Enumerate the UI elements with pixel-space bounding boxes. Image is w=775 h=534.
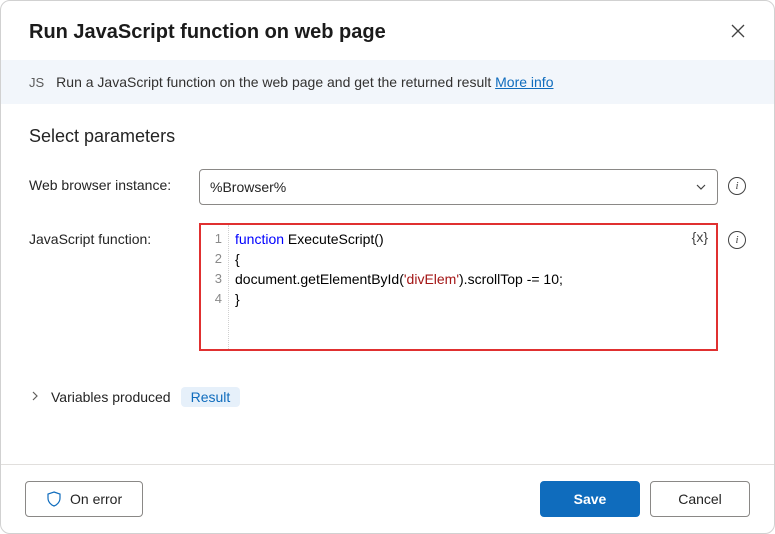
browser-instance-dropdown[interactable]: %Browser% — [199, 169, 718, 205]
info-text-content: Run a JavaScript function on the web pag… — [56, 74, 495, 90]
variable-insert-button[interactable]: {x} — [692, 229, 708, 245]
save-button[interactable]: Save — [540, 481, 640, 517]
info-text: Run a JavaScript function on the web pag… — [56, 74, 553, 90]
js-label: JavaScript function: — [29, 223, 189, 247]
form-row-browser: Web browser instance: %Browser% i — [29, 169, 746, 205]
expand-variables-toggle[interactable] — [29, 389, 41, 405]
more-info-link[interactable]: More info — [495, 74, 553, 90]
form-row-js: JavaScript function: 1234 function Execu… — [29, 223, 746, 351]
content: Select parameters Web browser instance: … — [1, 104, 774, 464]
close-icon — [730, 23, 746, 39]
code-gutter: 1234 — [201, 225, 229, 349]
cancel-button[interactable]: Cancel — [650, 481, 750, 517]
dialog: Run JavaScript function on web page JS R… — [0, 0, 775, 534]
dialog-footer: On error Save Cancel — [1, 464, 774, 533]
info-bar: JS Run a JavaScript function on the web … — [1, 60, 774, 104]
variables-produced-row: Variables produced Result — [29, 387, 746, 407]
on-error-button[interactable]: On error — [25, 481, 143, 517]
chevron-right-icon — [29, 390, 41, 402]
shield-icon — [46, 491, 62, 507]
browser-info-icon[interactable]: i — [728, 177, 746, 195]
dialog-header: Run JavaScript function on web page — [1, 1, 774, 60]
browser-label: Web browser instance: — [29, 169, 189, 193]
js-code-editor[interactable]: 1234 function ExecuteScript(){document.g… — [199, 223, 718, 351]
browser-value: %Browser% — [210, 179, 286, 195]
browser-control-wrap: %Browser% i — [199, 169, 746, 205]
result-variable-pill[interactable]: Result — [181, 387, 241, 407]
code-lines[interactable]: function ExecuteScript(){document.getEle… — [229, 225, 716, 349]
chevron-down-icon — [695, 181, 707, 193]
variables-produced-label: Variables produced — [51, 389, 171, 405]
js-control-wrap: 1234 function ExecuteScript(){document.g… — [199, 223, 746, 351]
js-badge: JS — [29, 75, 44, 90]
js-info-icon[interactable]: i — [728, 231, 746, 249]
footer-right: Save Cancel — [540, 481, 750, 517]
section-title: Select parameters — [29, 126, 746, 147]
dialog-title: Run JavaScript function on web page — [29, 21, 386, 44]
close-button[interactable] — [726, 19, 750, 46]
on-error-label: On error — [70, 491, 122, 507]
